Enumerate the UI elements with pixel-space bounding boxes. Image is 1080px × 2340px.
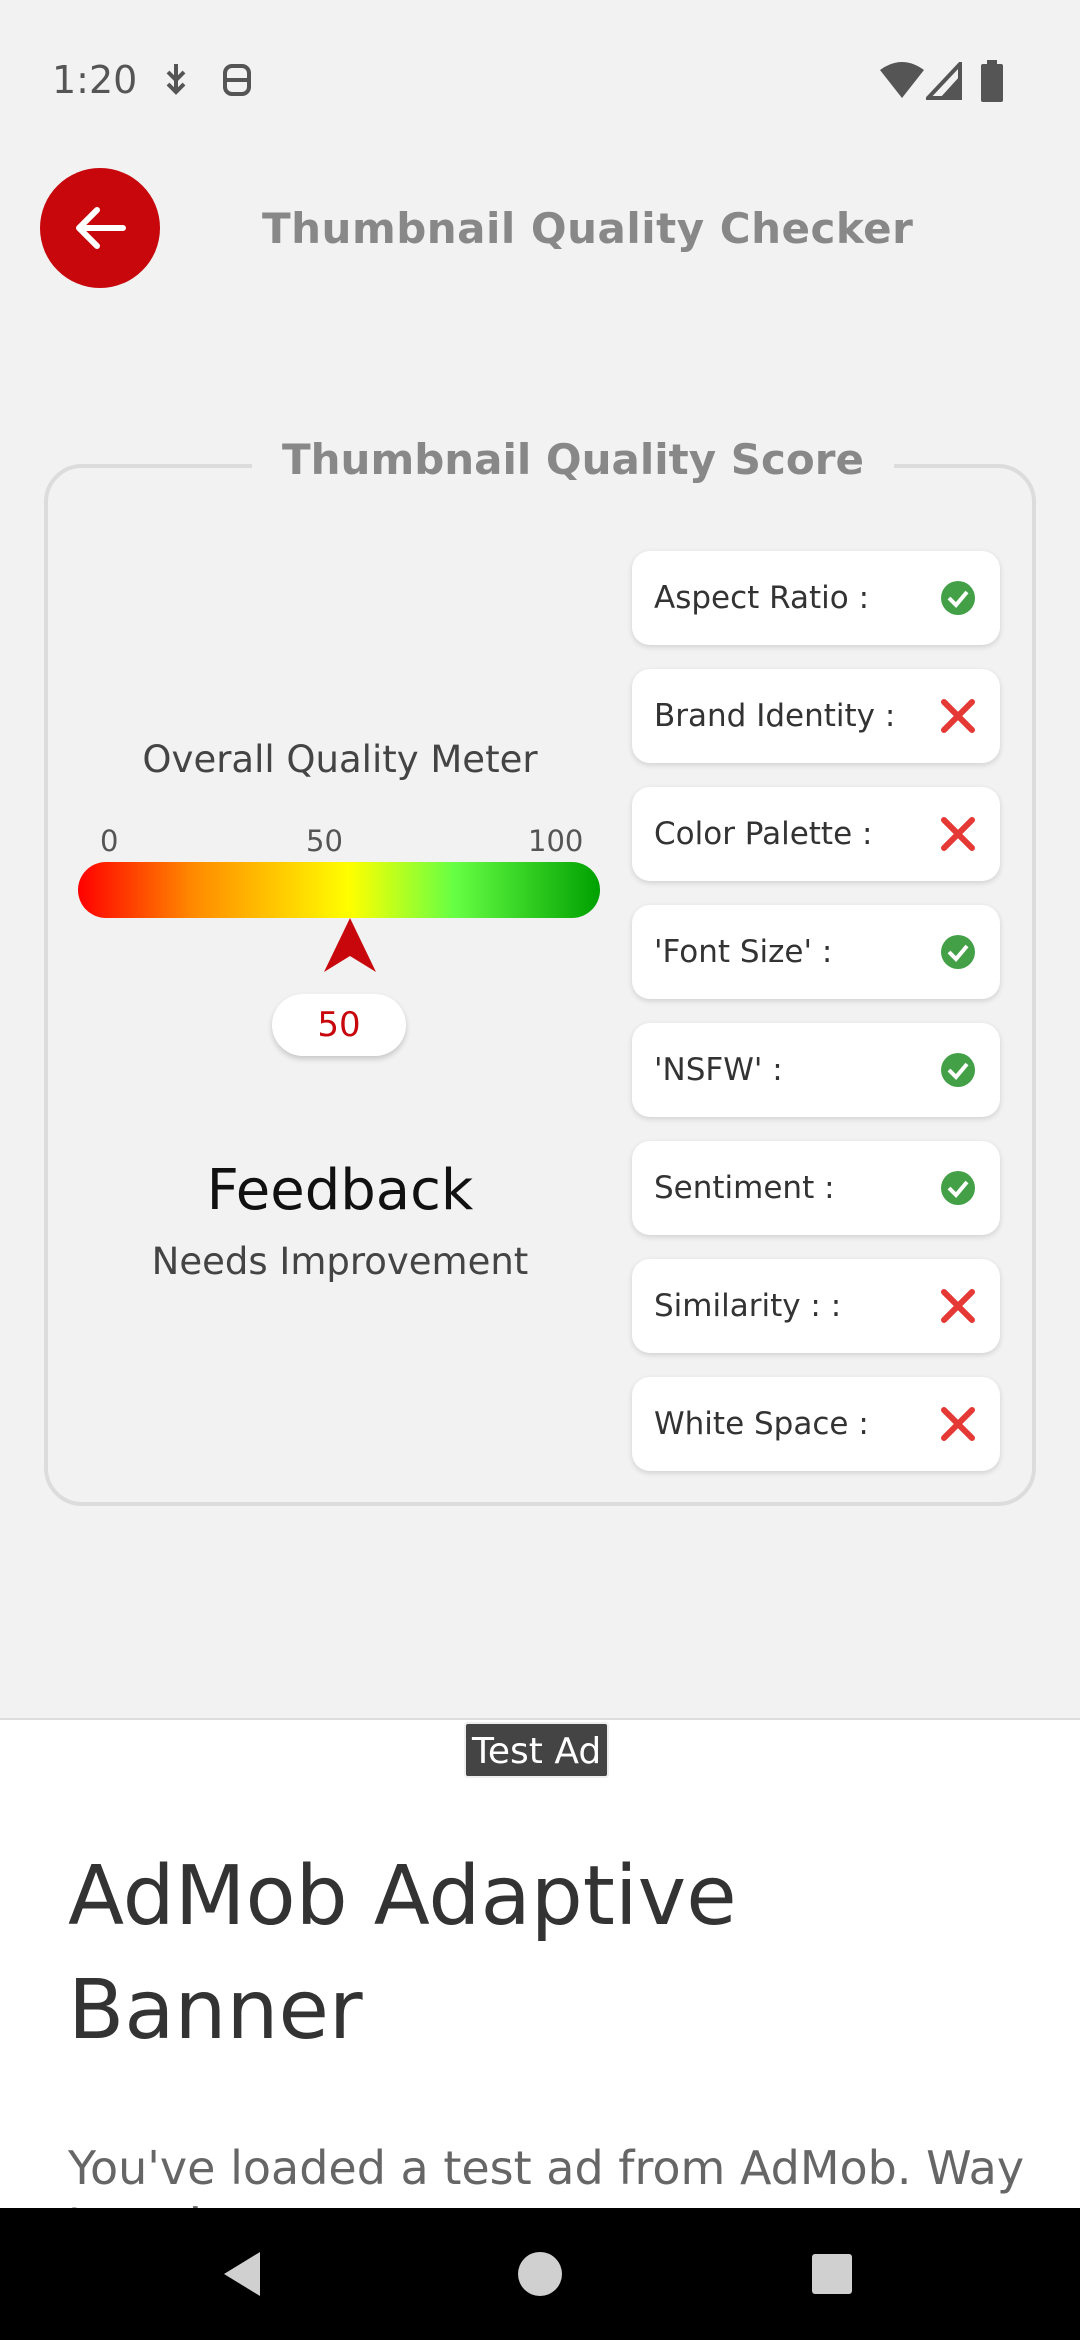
android-icon xyxy=(223,64,251,96)
battery-icon xyxy=(981,60,1003,102)
feedback-title: Feedback xyxy=(206,1158,474,1223)
back-button[interactable] xyxy=(40,168,160,288)
check-label: Sentiment : xyxy=(654,1170,835,1206)
cross-icon xyxy=(941,1289,975,1323)
cross-icon xyxy=(941,699,975,733)
arrow-left-icon xyxy=(76,207,126,249)
meter-pointer-icon xyxy=(324,918,376,972)
check-item-similarity: Similarity : : xyxy=(632,1259,1000,1353)
check-label: 'Font Size' : xyxy=(654,934,833,970)
check-label: White Space : xyxy=(654,1406,869,1442)
status-time: 1:20 xyxy=(52,58,138,102)
check-item-brand-identity: Brand Identity : xyxy=(632,669,1000,763)
check-item-color-palette: Color Palette : xyxy=(632,787,1000,881)
home-circle-icon[interactable] xyxy=(508,2242,572,2306)
card-legend: Thumbnail Quality Score xyxy=(252,430,894,490)
meter-tick-max: 100 xyxy=(528,824,584,858)
check-label: 'NSFW' : xyxy=(654,1052,783,1088)
recents-square-icon[interactable] xyxy=(800,2242,864,2306)
ad-banner[interactable]: Test Ad AdMob Adaptive Banner You've loa… xyxy=(0,1718,1080,2208)
checks-list: Aspect Ratio : Brand Identity : Color Pa… xyxy=(632,551,1000,1495)
quality-meter-bar xyxy=(78,862,600,918)
feedback-text: Needs Improvement xyxy=(151,1240,529,1283)
cross-icon xyxy=(941,1407,975,1441)
ad-body: You've loaded a test ad from AdMob. Way … xyxy=(68,2141,1025,2208)
test-ad-badge: Test Ad xyxy=(464,1722,610,1778)
check-label: Color Palette : xyxy=(654,816,873,852)
check-circle-icon xyxy=(941,581,975,615)
ad-title[interactable]: AdMob Adaptive Banner xyxy=(68,1840,968,2068)
check-item-white-space: White Space : xyxy=(632,1377,1000,1471)
page-title: Thumbnail Quality Checker xyxy=(262,204,914,253)
system-nav-bar xyxy=(0,2208,1080,2340)
back-triangle-icon[interactable] xyxy=(214,2242,278,2306)
signal-icon xyxy=(926,62,962,100)
check-item-sentiment: Sentiment : xyxy=(632,1141,1000,1235)
check-label: Aspect Ratio : xyxy=(654,580,870,616)
meter-tick-min: 0 xyxy=(100,824,119,858)
status-bar: 1:20 xyxy=(0,0,1080,165)
check-label: Brand Identity : xyxy=(654,698,896,734)
check-item-aspect-ratio: Aspect Ratio : xyxy=(632,551,1000,645)
check-label: Similarity : : xyxy=(654,1288,842,1324)
check-item-nsfw: 'NSFW' : xyxy=(632,1023,1000,1117)
meter-tick-mid: 50 xyxy=(306,824,343,858)
check-circle-icon xyxy=(941,1053,975,1087)
check-circle-icon xyxy=(941,1171,975,1205)
check-circle-icon xyxy=(941,935,975,969)
check-item-font-size: 'Font Size' : xyxy=(632,905,1000,999)
score-value: 50 xyxy=(272,994,406,1056)
meter-label: Overall Quality Meter xyxy=(142,738,538,781)
cross-icon xyxy=(941,817,975,851)
wifi-icon xyxy=(880,62,924,98)
usb-debug-icon xyxy=(166,64,186,95)
